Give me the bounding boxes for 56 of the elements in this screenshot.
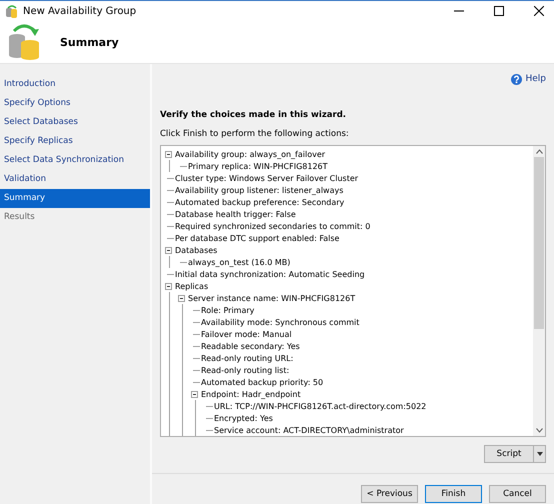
tree-item: Cluster type: Windows Server Failover Cluster bbox=[174, 174, 358, 182]
wizard-button[interactable]: Finish bbox=[425, 485, 482, 503]
script-button[interactable]: Script bbox=[484, 445, 534, 463]
tree-item: Required synchronized secondaries to commit: 0 bbox=[174, 222, 370, 230]
help-label[interactable]: Help bbox=[525, 74, 546, 84]
wizard-step[interactable]: Specify Replicas bbox=[0, 132, 150, 151]
wizard-step[interactable]: Summary bbox=[0, 189, 150, 208]
maximize-icon[interactable] bbox=[494, 6, 504, 16]
tree-item: Automated backup preference: Secondary bbox=[174, 198, 344, 206]
tree-item: Automated backup priority: 50 bbox=[200, 378, 324, 386]
tree-item: Service account: ACT-DIRECTORY\administrator bbox=[213, 426, 404, 434]
scroll-down-icon[interactable] bbox=[536, 428, 542, 433]
scrollbar[interactable] bbox=[533, 146, 545, 436]
wizard-step[interactable]: Introduction bbox=[0, 75, 150, 94]
tree-item: Availability group listener: listener_always bbox=[174, 186, 344, 194]
tree-item: Per database DTC support enabled: False bbox=[174, 234, 340, 242]
close-icon[interactable] bbox=[534, 6, 544, 16]
tree-item: Encrypted: Yes bbox=[213, 414, 273, 422]
wizard-step[interactable]: Select Databases bbox=[0, 113, 150, 132]
tree-item: Role: Primary bbox=[200, 306, 254, 314]
collapse-toggle[interactable] bbox=[191, 390, 198, 398]
tree-item: Availability mode: Synchronous commit bbox=[200, 318, 360, 326]
instruction: Click Finish to perform the following actions: bbox=[160, 129, 350, 139]
tree-item: always_on_test (16.0 MB) bbox=[187, 258, 290, 266]
tree-item: Read-only routing list: bbox=[200, 366, 290, 374]
tree-item: Database health trigger: False bbox=[174, 210, 296, 218]
tree-item: Failover mode: Manual bbox=[200, 330, 292, 338]
page-title: Summary bbox=[60, 36, 119, 48]
tree-item: Readable secondary: Yes bbox=[200, 342, 300, 350]
tree-item: Availability group: always_on_failover bbox=[174, 150, 326, 158]
database-icon bbox=[8, 23, 42, 61]
tree-item: Initial data synchronization: Automatic Seeding bbox=[174, 270, 365, 278]
tree-item: Replicas bbox=[174, 282, 208, 290]
wizard-step[interactable]: Validation bbox=[0, 170, 150, 189]
tree-item: Databases bbox=[174, 246, 218, 254]
tree-item: Endpoint: Hadr_endpoint bbox=[200, 390, 301, 398]
collapse-toggle[interactable] bbox=[178, 294, 185, 302]
tree-item: Read-only routing URL: bbox=[200, 354, 294, 362]
tree-item: URL: TCP://WIN-PHCFIG8126T.act-directory.com:5022 bbox=[213, 402, 426, 410]
collapse-toggle[interactable] bbox=[165, 246, 172, 254]
app-icon bbox=[6, 4, 18, 18]
tree-item: Server instance name: WIN-PHCFIG8126T bbox=[187, 294, 356, 302]
window-title: New Availability Group bbox=[23, 6, 136, 16]
heading: Verify the choices made in this wizard. bbox=[160, 110, 348, 120]
wizard-step[interactable]: Specify Options bbox=[0, 94, 150, 113]
collapse-toggle[interactable] bbox=[165, 150, 172, 158]
help-link[interactable]: Help bbox=[511, 72, 546, 86]
wizard-step[interactable]: Select Data Synchronization bbox=[0, 151, 150, 170]
help-icon bbox=[511, 74, 522, 84]
caret-icon bbox=[536, 452, 542, 456]
wizard-button[interactable]: < Previous bbox=[361, 485, 418, 503]
wizard-button[interactable]: Cancel bbox=[489, 485, 546, 503]
tree-item: Primary replica: WIN-PHCFIG8126T bbox=[187, 162, 328, 170]
scroll-up-icon[interactable] bbox=[536, 149, 542, 154]
collapse-toggle[interactable] bbox=[165, 282, 172, 290]
script-dropdown[interactable] bbox=[534, 445, 546, 463]
